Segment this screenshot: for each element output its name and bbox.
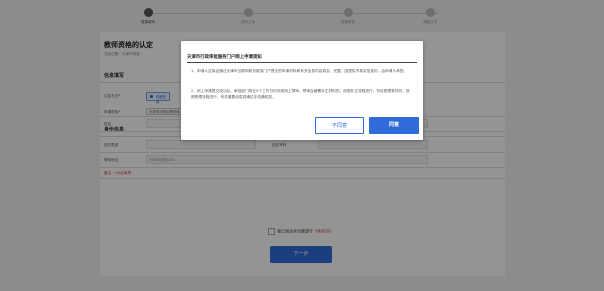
agree-button[interactable]: 同意 — [369, 117, 419, 134]
disagree-button[interactable]: 不同意 — [315, 117, 364, 134]
modal-divider — [187, 62, 417, 63]
modal-title: 天津市行政审批服务门户网上申请须知 — [187, 55, 262, 60]
notice-modal: 天津市行政审批服务门户网上申请须知 1、申请人应保证通过天津市互联网政务服务门户… — [181, 41, 423, 140]
modal-paragraph-2: 2、网上申请提交成功后，审批部门将在5个工作日内完成网上预审。预审合格需补正材料… — [191, 89, 410, 100]
modal-paragraph-1: 1、申请人应保证通过天津市互联网政务服务门户提交的申请材料和有关信息内容真实、完… — [191, 69, 408, 73]
